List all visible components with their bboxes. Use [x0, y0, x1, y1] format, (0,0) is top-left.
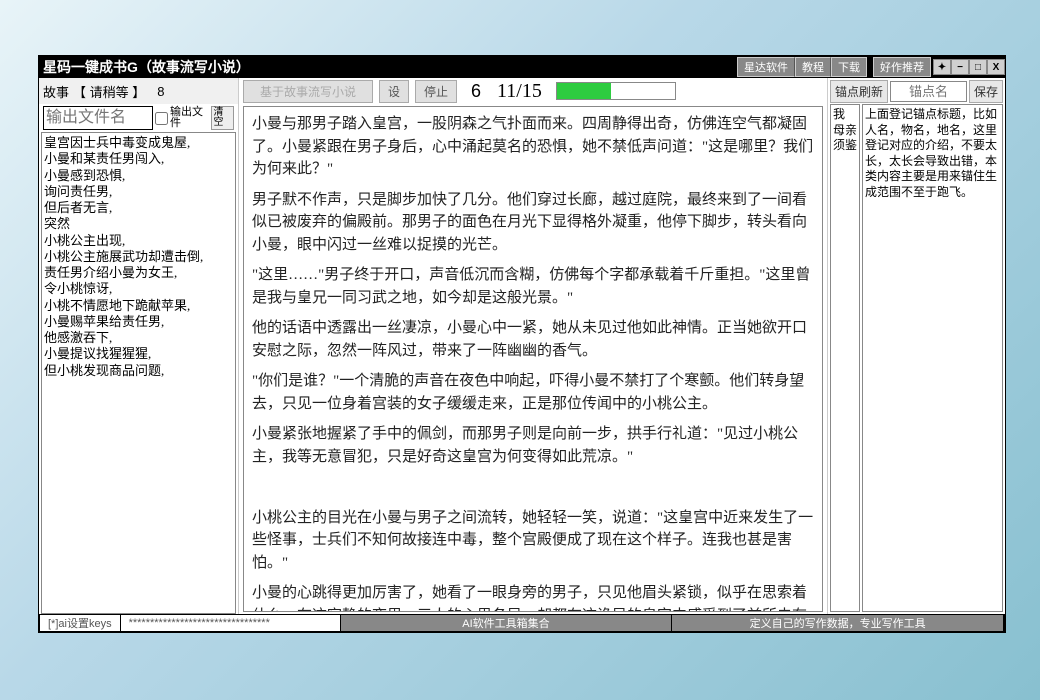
- left-toolbar: 故事 【 请稍等 】 8: [39, 78, 238, 104]
- output-filename-input[interactable]: [43, 106, 153, 130]
- center-toolbar: 基于故事流写小说 设 停止 6 11/15: [239, 78, 827, 104]
- settings-button[interactable]: 设: [379, 80, 409, 103]
- outline-item[interactable]: 突然: [44, 216, 233, 232]
- outline-item[interactable]: 责任男介绍小曼为女王,: [44, 265, 233, 281]
- status-bar: [*]ai设置keys ****************************…: [39, 614, 1005, 632]
- outline-item[interactable]: 他感激吞下,: [44, 330, 233, 346]
- main-area: 故事 【 请稍等 】 8 输出文件 清空 皇宫因士兵中毒变成鬼屋,小曼和某责任男…: [39, 78, 1005, 614]
- outline-item[interactable]: 令小桃惊讶,: [44, 281, 233, 297]
- tab-download[interactable]: 下载: [831, 57, 867, 77]
- define-segment[interactable]: 定义自己的写作数据，专业写作工具: [672, 615, 1004, 631]
- outline-item[interactable]: 小曼赐苹果给责任男,: [44, 314, 233, 330]
- window-title: 星码一键成书G（故事流写小说）: [39, 57, 737, 77]
- tab-software[interactable]: 星达软件: [737, 57, 795, 77]
- story-textarea[interactable]: 小曼与那男子踏入皇宫，一股阴森之气扑面而来。四周静得出奇，仿佛连空气都凝固了。小…: [243, 106, 823, 612]
- keys-mask: *********************************: [121, 615, 341, 631]
- left-pane: 故事 【 请稍等 】 8 输出文件 清空 皇宫因士兵中毒变成鬼屋,小曼和某责任男…: [39, 78, 239, 614]
- outline-item[interactable]: 但小桃发现商品问题,: [44, 363, 233, 379]
- outline-item[interactable]: 但后者无言,: [44, 200, 233, 216]
- outfile-row: 输出文件 清空: [39, 104, 238, 132]
- anchor-refresh-button[interactable]: 锚点刷新: [830, 80, 888, 103]
- window-controls: ✦ − □ X: [933, 59, 1005, 75]
- center-pane: 基于故事流写小说 设 停止 6 11/15 小曼与那男子踏入皇宫，一股阴森之气扑…: [239, 78, 827, 614]
- story-paragraph: 小曼紧张地握紧了手中的佩剑，而那男子则是向前一步，拱手行礼道："见过小桃公主，我…: [252, 423, 814, 468]
- top-tabs: 星达软件 教程 下载 好作推荐: [737, 57, 931, 77]
- outline-item[interactable]: 询问责任男,: [44, 184, 233, 200]
- outline-item[interactable]: 小桃公主施展武功却遭击倒,: [44, 249, 233, 265]
- story-label: 故事: [43, 82, 69, 101]
- story-paragraph: "你们是谁？"一个清脆的声音在夜色中响起，吓得小曼不禁打了个寒颤。他们转身望去，…: [252, 370, 814, 415]
- minimize-button[interactable]: −: [951, 59, 969, 75]
- outline-item[interactable]: 小曼和某责任男闯入,: [44, 151, 233, 167]
- outline-item[interactable]: 小桃公主出现,: [44, 233, 233, 249]
- progress-bar: [556, 82, 676, 100]
- ai-keys-segment[interactable]: [*]ai设置keys: [40, 615, 121, 631]
- toolbox-segment[interactable]: AI软件工具箱集合: [341, 615, 673, 631]
- app-window: 星码一键成书G（故事流写小说） 星达软件 教程 下载 好作推荐 ✦ − □ X …: [38, 55, 1006, 633]
- progress-fill: [557, 83, 611, 99]
- right-columns: 我 母亲 须鉴 上面登记锚点标题，比如人名，物名，地名，这里登记对应的介绍，不要…: [828, 104, 1005, 614]
- progress-fraction: 11/15: [497, 80, 542, 103]
- outline-item[interactable]: 皇宫因士兵中毒变成鬼屋,: [44, 135, 233, 151]
- outline-item[interactable]: 小曼感到恐惧,: [44, 168, 233, 184]
- story-paragraph: 小曼与那男子踏入皇宫，一股阴森之气扑面而来。四周静得出奇，仿佛连空气都凝固了。小…: [252, 113, 814, 181]
- right-pane: 锚点刷新 保存 我 母亲 须鉴 上面登记锚点标题，比如人名，物名，地名，这里登记…: [827, 78, 1005, 614]
- output-file-label: 输出文件: [170, 107, 209, 129]
- wait-number: 8: [157, 84, 164, 99]
- generate-button[interactable]: 基于故事流写小说: [243, 80, 373, 103]
- tab-recommend[interactable]: 好作推荐: [873, 57, 931, 77]
- titlebar: 星码一键成书G（故事流写小说） 星达软件 教程 下载 好作推荐 ✦ − □ X: [39, 56, 1005, 78]
- wait-status: 【 请稍等 】: [73, 82, 145, 101]
- maximize-button[interactable]: □: [969, 59, 987, 75]
- outline-item[interactable]: 小曼提议找猩猩猩,: [44, 346, 233, 362]
- star-icon[interactable]: ✦: [933, 59, 951, 75]
- anchor-desc-column[interactable]: 上面登记锚点标题，比如人名，物名，地名，这里登记对应的介绍，不要太长，太长会导致…: [862, 104, 1003, 612]
- anchor-name-input[interactable]: [890, 81, 967, 102]
- story-paragraph: "这里……"男子终于开口，声音低沉而含糊，仿佛每个字都承载着千斤重担。"这里曾是…: [252, 264, 814, 309]
- tab-tutorial[interactable]: 教程: [795, 57, 831, 77]
- outline-item[interactable]: 小桃不情愿地下跪献苹果,: [44, 298, 233, 314]
- count-number: 6: [471, 81, 481, 102]
- right-toolbar: 锚点刷新 保存: [828, 78, 1005, 104]
- stop-button[interactable]: 停止: [415, 80, 457, 103]
- story-paragraph: 小桃公主的目光在小曼与男子之间流转，她轻轻一笑，说道："这皇宫中近来发生了一些怪…: [252, 507, 814, 575]
- story-paragraph: 小曼的心跳得更加厉害了，她看了一眼身旁的男子，只见他眉头紧锁，似乎在思索着什么。…: [252, 582, 814, 612]
- output-file-checkbox[interactable]: [155, 112, 168, 125]
- clear-button[interactable]: 清空: [211, 106, 235, 130]
- anchor-keys-column[interactable]: 我 母亲 须鉴: [830, 104, 860, 612]
- story-paragraph: 男子默不作声，只是脚步加快了几分。他们穿过长廊，越过庭院，最终来到了一间看似已被…: [252, 189, 814, 257]
- save-button[interactable]: 保存: [969, 80, 1003, 103]
- story-paragraph: 他的话语中透露出一丝凄凉，小曼心中一紧，她从未见过他如此神情。正当她欲开口安慰之…: [252, 317, 814, 362]
- close-button[interactable]: X: [987, 59, 1005, 75]
- outline-list[interactable]: 皇宫因士兵中毒变成鬼屋,小曼和某责任男闯入,小曼感到恐惧,询问责任男,但后者无言…: [41, 132, 236, 614]
- story-paragraph: [252, 476, 814, 499]
